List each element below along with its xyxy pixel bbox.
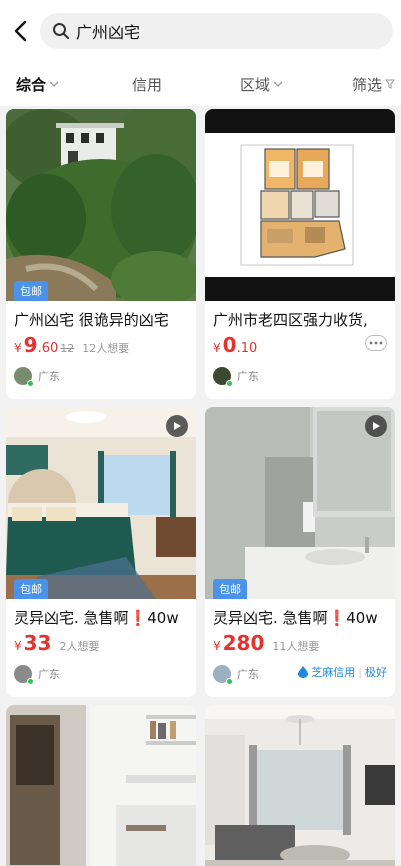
credit-level: 极好 [365,666,387,679]
online-indicator [226,380,233,387]
listing-title: 灵异凶宅. 急售啊❗40w [205,599,395,629]
forest-house-image [6,109,196,301]
chevron-left-icon [14,20,27,42]
seller-row[interactable]: 广东 [6,655,196,691]
more-button[interactable] [365,335,387,351]
exclamation-icon: ❗ [128,609,148,627]
price-integer: 0 [222,333,237,357]
price-integer: 33 [23,631,52,655]
credit-badge: 芝麻信用 | 极好 [298,664,387,680]
back-button[interactable] [8,14,32,48]
play-button[interactable] [365,415,387,437]
search-icon [53,23,69,39]
listing-title: 灵异凶宅. 急售啊❗40w [6,599,196,629]
filter-bar: 综合 信用 区域 筛选 [0,62,401,106]
listing-photo[interactable]: 包邮 [205,407,395,599]
seller-location: 广东 [237,668,259,681]
more-icon [369,341,383,345]
filter-icon [385,79,396,89]
listing-card[interactable]: 广州市老四区强力收货, ¥ 0 .10 广东 [205,109,395,399]
listing-card[interactable]: 包邮 广州凶宅 很诡异的凶宅 ¥ 9 .60 12 12人想要 广东 [6,109,196,399]
original-price: 12 [60,342,75,355]
title-text: 灵异凶宅. 急售啊 [14,609,129,627]
filter-label: 区域 [240,75,271,94]
separator: | [358,665,362,679]
filter-credit[interactable]: 信用 [132,62,162,106]
listing-card[interactable] [205,705,395,866]
listing-card[interactable]: 包邮 灵异凶宅. 急售啊❗40w ¥ 33 2人想要 广东 [6,407,196,697]
online-indicator [27,380,34,387]
title-text: 灵异凶宅. 急售啊 [213,609,328,627]
filter-label: 综合 [16,75,47,94]
seller-location: 广东 [38,668,60,681]
listing-card[interactable]: 包邮 灵异凶宅. 急售啊❗40w ¥ 280 11人想要 广东 芝麻信用 | 极… [205,407,395,697]
bathroom-image [205,407,395,599]
wants-count: 11人想要 [272,640,320,653]
avatar [14,665,34,685]
price-integer: 280 [222,631,265,655]
seller-location: 广东 [237,370,259,383]
price-integer: 9 [23,333,38,357]
play-button[interactable] [166,415,188,437]
title-suffix: 40w [346,609,378,627]
play-icon [174,422,181,430]
bedroom-image [6,407,196,599]
filter-region[interactable]: 区域 [240,62,283,106]
online-indicator [226,678,233,685]
listing-photo[interactable] [6,705,196,866]
filter-label: 信用 [132,75,163,94]
chevron-down-icon [273,81,283,87]
avatar [213,367,233,387]
avatar [213,665,233,685]
wants-count: 2人想要 [59,640,100,653]
credit-label: 芝麻信用 [311,666,356,679]
exclamation-icon: ❗ [327,609,347,627]
seller-row[interactable]: 广东 [205,357,395,393]
title-suffix: 40w [147,609,179,627]
online-indicator [27,678,34,685]
currency-symbol: ¥ [213,639,221,653]
free-shipping-tag: 包邮 [14,281,48,301]
study-room-image [6,705,196,866]
price-row: ¥ 9 .60 12 12人想要 [6,331,196,357]
floor-plan-image [205,109,395,301]
listing-title: 广州凶宅 很诡异的凶宅 [14,311,169,329]
listing-card[interactable] [6,705,196,866]
free-shipping-tag: 包邮 [14,579,48,599]
price-row: ¥ 280 11人想要 [205,629,395,655]
price-row: ¥ 33 2人想要 [6,629,196,655]
search-input[interactable]: 广州凶宅 [40,13,393,49]
filter-more[interactable]: 筛选 [352,62,396,106]
seller-row[interactable]: 广东 [6,357,196,393]
filter-label: 筛选 [352,75,383,94]
listing-photo[interactable]: 包邮 [6,407,196,599]
currency-symbol: ¥ [213,341,221,355]
avatar [14,367,34,387]
listing-photo[interactable] [205,109,395,301]
price-row: ¥ 0 .10 [205,331,395,357]
seller-row[interactable]: 广东 芝麻信用 | 极好 [205,655,395,691]
listing-photo[interactable] [205,705,395,866]
listing-photo[interactable]: 包邮 [6,109,196,301]
living-room-image [205,705,395,866]
filter-comprehensive[interactable]: 综合 [16,62,59,106]
seller-location: 广东 [38,370,60,383]
price-decimal: .60 [37,341,59,356]
search-query-text: 广州凶宅 [76,23,141,42]
play-icon [373,422,380,430]
price-decimal: .10 [236,341,258,356]
sesame-credit-icon [298,666,309,678]
currency-symbol: ¥ [14,341,22,355]
listing-title: 广州市老四区强力收货, [213,311,368,329]
wants-count: 12人想要 [82,342,130,355]
free-shipping-tag: 包邮 [213,579,247,599]
currency-symbol: ¥ [14,639,22,653]
chevron-down-icon [49,81,59,87]
top-bar: 广州凶宅 [0,0,401,62]
